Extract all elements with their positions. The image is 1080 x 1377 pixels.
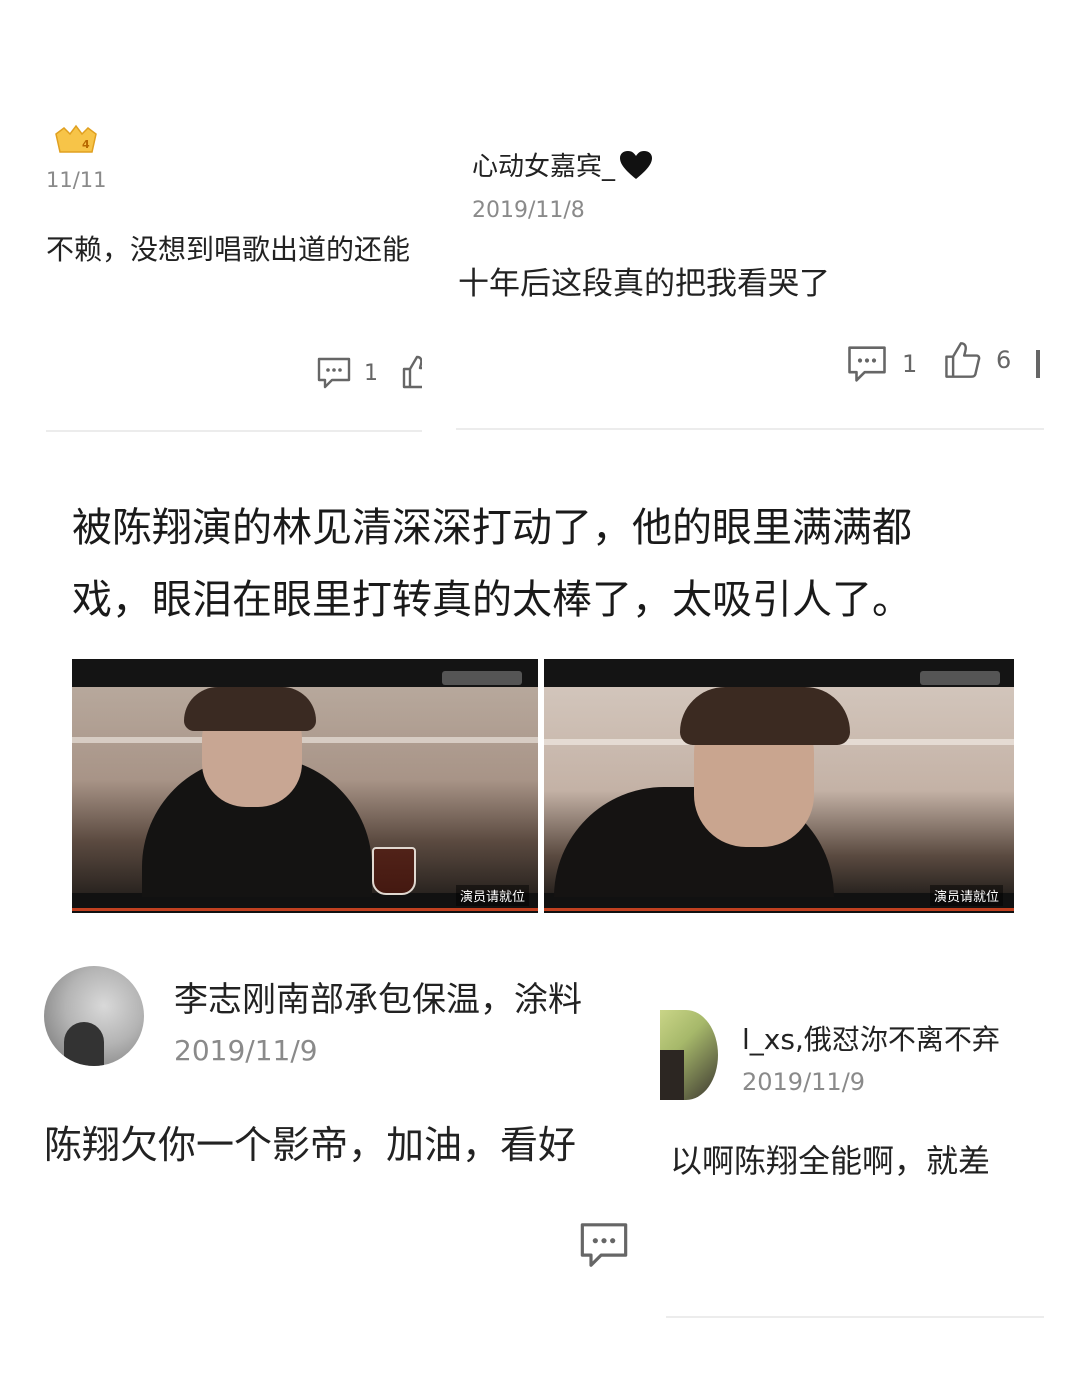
- comment-text: 不赖，没想到唱歌出道的还能: [46, 233, 411, 266]
- avatar-figure: [660, 1050, 684, 1100]
- wine-glass: [372, 847, 416, 895]
- username-text: 心动女嘉宾_: [472, 152, 616, 182]
- comment-date: 2019/11/8: [472, 198, 585, 223]
- video-scene: [72, 687, 538, 897]
- comment-card-right-bottom: l_xs,俄怼沵不离不弃 2019/11/9 以啊陈翔全能啊，就差: [660, 996, 1044, 1316]
- show-overlay-label: 演员请就位: [456, 885, 530, 906]
- comment-text: 十年后这段真的把我看哭了: [458, 266, 830, 302]
- avatar[interactable]: [44, 966, 144, 1066]
- comment-icon: [316, 356, 352, 390]
- avatar-figure: [64, 1022, 104, 1066]
- comment-icon: [846, 344, 888, 384]
- comment-date: 2019/11/9: [742, 1068, 866, 1096]
- username[interactable]: l_xs,俄怼沵不离不弃: [742, 1018, 1000, 1058]
- video-scene: [544, 687, 1014, 897]
- share-icon[interactable]: [1036, 350, 1040, 378]
- comment-text: 陈翔欠你一个影帝，加油，看好: [44, 1123, 577, 1167]
- crown-badge-icon: 4: [54, 124, 98, 156]
- divider: [456, 428, 1044, 430]
- comment-date: 2019/11/9: [174, 1034, 318, 1067]
- avatar[interactable]: [660, 1010, 718, 1100]
- heart-icon: [619, 150, 653, 180]
- show-overlay-label: 演员请就位: [930, 885, 1004, 906]
- comment-card-right-top: 心动女嘉宾_ 2019/11/8 十年后这段真的把我看哭了 1 6: [456, 88, 1044, 428]
- comment-card-left-top: 4 11/11 不赖，没想到唱歌出道的还能 1: [40, 110, 422, 430]
- like-button[interactable]: 6: [942, 340, 1011, 380]
- reply-button[interactable]: 1: [316, 356, 378, 390]
- caption-line-1: 被陈翔演的林见清深深打动了，他的眼里满满都: [72, 505, 912, 551]
- comment-icon: [578, 1220, 630, 1270]
- video-progress-bar: [72, 908, 538, 911]
- wall-trim: [72, 737, 538, 743]
- play-logo-icon: [442, 671, 522, 685]
- username[interactable]: 心动女嘉宾_: [472, 146, 653, 183]
- username[interactable]: 李志刚南部承包保温，涂料: [174, 972, 582, 1021]
- comment-text: 以啊陈翔全能啊，就差: [670, 1142, 991, 1180]
- badge-level: 4: [82, 138, 90, 151]
- divider: [46, 430, 422, 432]
- person-hair: [680, 687, 850, 745]
- play-logo-icon: [920, 671, 1000, 685]
- caption-text: 被陈翔演的林见清深深打动了，他的眼里满满都 戏，眼泪在眼里打转真的太棒了，太吸引…: [72, 492, 1032, 636]
- reply-count: 1: [902, 350, 918, 378]
- comment-card-left-bottom: 李志刚南部承包保温，涂料 2019/11/9 陈翔欠你一个影帝，加油，看好: [40, 950, 632, 1180]
- like-button[interactable]: [400, 354, 422, 390]
- like-count: 6: [996, 346, 1012, 374]
- video-screenshot-left[interactable]: 演员请就位: [72, 659, 538, 913]
- divider: [666, 1316, 1044, 1318]
- video-screenshot-right[interactable]: 演员请就位: [544, 659, 1014, 913]
- caption-line-2: 戏，眼泪在眼里打转真的太棒了，太吸引人了。: [72, 577, 912, 623]
- video-progress-bar: [544, 908, 1014, 911]
- reply-button[interactable]: 1: [846, 344, 917, 384]
- thumbs-up-icon: [942, 340, 982, 380]
- comment-date: 11/11: [46, 168, 107, 192]
- thumbs-up-icon: [400, 354, 422, 390]
- reply-count: 1: [364, 360, 378, 386]
- reply-button[interactable]: [578, 1220, 630, 1270]
- person-hair: [184, 687, 316, 731]
